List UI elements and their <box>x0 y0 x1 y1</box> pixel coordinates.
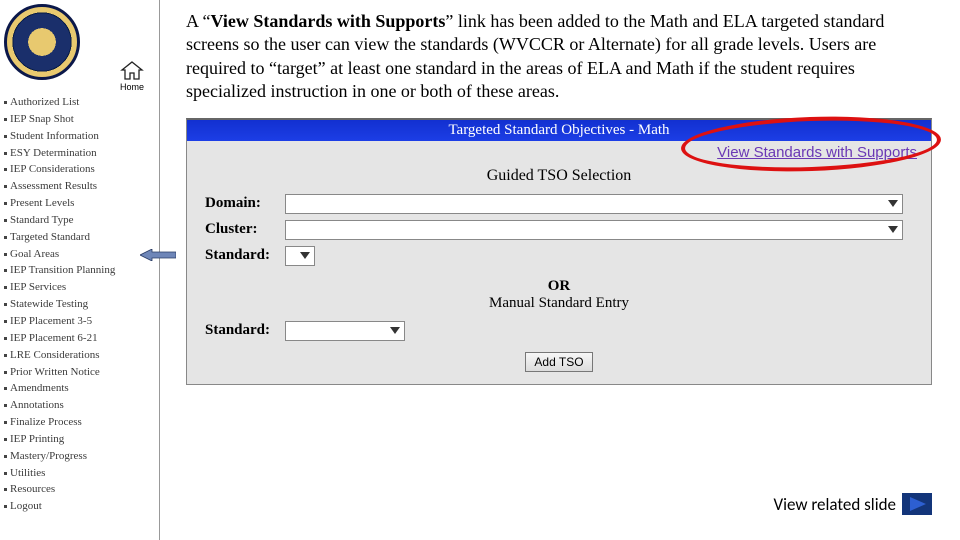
sidebar-menu: Authorized List IEP Snap Shot Student In… <box>4 94 157 515</box>
sidebar-item[interactable]: LRE Considerations <box>4 347 157 364</box>
standard-select-manual[interactable] <box>285 321 405 341</box>
intro-paragraph: A “View Standards with Supports” link ha… <box>186 10 932 104</box>
play-icon <box>902 493 932 515</box>
label-standard-manual: Standard: <box>205 322 285 339</box>
sidebar-item[interactable]: IEP Considerations <box>4 161 157 178</box>
wv-doe-seal <box>4 4 80 80</box>
sidebar-item[interactable]: Logout <box>4 498 157 515</box>
link-row: View Standards with Supports <box>187 141 931 165</box>
cluster-select[interactable] <box>285 220 903 240</box>
sidebar-item[interactable]: Mastery/Progress <box>4 448 157 465</box>
label-domain: Domain: <box>205 195 285 212</box>
intro-bold: View Standards with Supports <box>211 11 446 31</box>
section-title: Guided TSO Selection <box>187 165 931 191</box>
label-standard: Standard: <box>205 247 285 264</box>
sidebar-item[interactable]: Targeted Standard <box>4 229 157 246</box>
row-domain: Domain: <box>187 191 931 217</box>
or-divider: OR <box>187 269 931 295</box>
sidebar-item[interactable]: IEP Snap Shot <box>4 111 157 128</box>
footer-text: View related slide <box>773 494 896 515</box>
sidebar-item[interactable]: IEP Transition Planning <box>4 262 157 279</box>
home-button[interactable]: Home <box>113 61 151 92</box>
home-label: Home <box>120 82 144 92</box>
logo-area: Home <box>4 4 157 94</box>
sidebar-item[interactable]: Present Levels <box>4 195 157 212</box>
sidebar-item[interactable]: IEP Services <box>4 279 157 296</box>
sidebar-item[interactable]: IEP Printing <box>4 431 157 448</box>
sidebar-item[interactable]: Utilities <box>4 465 157 482</box>
label-cluster: Cluster: <box>205 221 285 238</box>
sidebar-item[interactable]: ESY Determination <box>4 145 157 162</box>
sidebar-item[interactable]: IEP Placement 3-5 <box>4 313 157 330</box>
domain-select[interactable] <box>285 194 903 214</box>
home-icon <box>120 61 144 81</box>
row-cluster: Cluster: <box>187 217 931 243</box>
sidebar-item[interactable]: Prior Written Notice <box>4 364 157 381</box>
sidebar-item[interactable]: Statewide Testing <box>4 296 157 313</box>
manual-title: Manual Standard Entry <box>187 295 931 318</box>
sidebar-item[interactable]: Finalize Process <box>4 414 157 431</box>
sidebar-item[interactable]: Standard Type <box>4 212 157 229</box>
view-standards-link[interactable]: View Standards with Supports <box>717 144 917 161</box>
screenshot-panel: Targeted Standard Objectives - Math View… <box>186 118 932 385</box>
panel-title-bar: Targeted Standard Objectives - Math <box>187 120 931 141</box>
sidebar-item[interactable]: Resources <box>4 481 157 498</box>
sidebar-item[interactable]: Student Information <box>4 128 157 145</box>
add-tso-button[interactable]: Add TSO <box>525 352 592 372</box>
sidebar-item[interactable]: Annotations <box>4 397 157 414</box>
sidebar-item[interactable]: Amendments <box>4 380 157 397</box>
main-content: A “View Standards with Supports” link ha… <box>160 0 960 540</box>
sidebar-item[interactable]: Goal Areas <box>4 246 157 263</box>
footer-link[interactable]: View related slide <box>773 493 932 515</box>
sidebar: Home Authorized List IEP Snap Shot Stude… <box>0 0 160 540</box>
sidebar-item[interactable]: Assessment Results <box>4 178 157 195</box>
standard-select-guided[interactable] <box>285 246 315 266</box>
sidebar-item[interactable]: Authorized List <box>4 94 157 111</box>
sidebar-item[interactable]: IEP Placement 6-21 <box>4 330 157 347</box>
row-standard-guided: Standard: <box>187 243 931 269</box>
row-standard-manual: Standard: <box>187 318 931 344</box>
button-row: Add TSO <box>187 344 931 372</box>
